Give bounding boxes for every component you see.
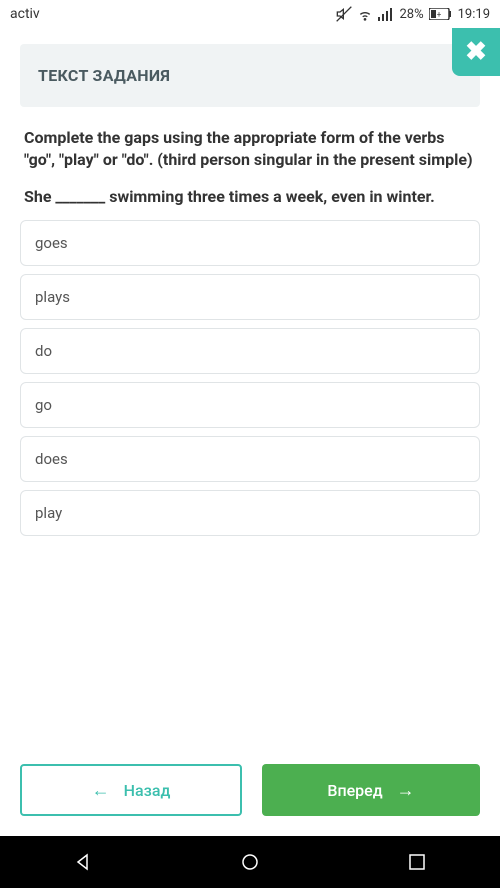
option-item[interactable]: does: [20, 436, 480, 482]
nav-buttons: ← Назад Вперед →: [20, 714, 480, 816]
svg-text:+: +: [436, 10, 441, 19]
nav-recent-icon[interactable]: [407, 852, 427, 872]
question-text: She _______ swimming three times a week,…: [20, 186, 480, 208]
signal-icon: [378, 7, 394, 21]
close-icon: ✖: [465, 37, 487, 67]
task-header: ТЕКСТ ЗАДАНИЯ: [20, 44, 480, 107]
battery-percent: 28%: [399, 7, 423, 22]
time-label: 19:19: [458, 7, 490, 22]
forward-label: Вперед: [327, 781, 382, 800]
option-item[interactable]: goes: [20, 220, 480, 266]
system-nav-bar: [0, 836, 500, 888]
forward-button[interactable]: Вперед →: [262, 764, 480, 816]
option-item[interactable]: play: [20, 490, 480, 536]
task-header-text: ТЕКСТ ЗАДАНИЯ: [38, 66, 462, 85]
option-item[interactable]: go: [20, 382, 480, 428]
option-item[interactable]: plays: [20, 274, 480, 320]
close-button[interactable]: ✖: [452, 28, 500, 76]
status-bar: activ 28%: [0, 0, 500, 28]
nav-home-icon[interactable]: [240, 852, 260, 872]
nav-back-icon[interactable]: [73, 852, 93, 872]
arrow-right-icon: →: [397, 780, 415, 801]
carrier-label: activ: [10, 6, 40, 22]
arrow-left-icon: ←: [92, 780, 110, 801]
wifi-icon: [357, 6, 373, 22]
battery-icon: +: [429, 8, 453, 20]
mute-icon: [336, 6, 352, 22]
back-button[interactable]: ← Назад: [20, 764, 242, 816]
options-list: goes plays do go does play: [20, 220, 480, 536]
option-item[interactable]: do: [20, 328, 480, 374]
instruction-text: Complete the gaps using the appropriate …: [20, 127, 480, 172]
back-label: Назад: [124, 781, 171, 800]
status-indicators: 28% + 19:19: [336, 6, 490, 22]
